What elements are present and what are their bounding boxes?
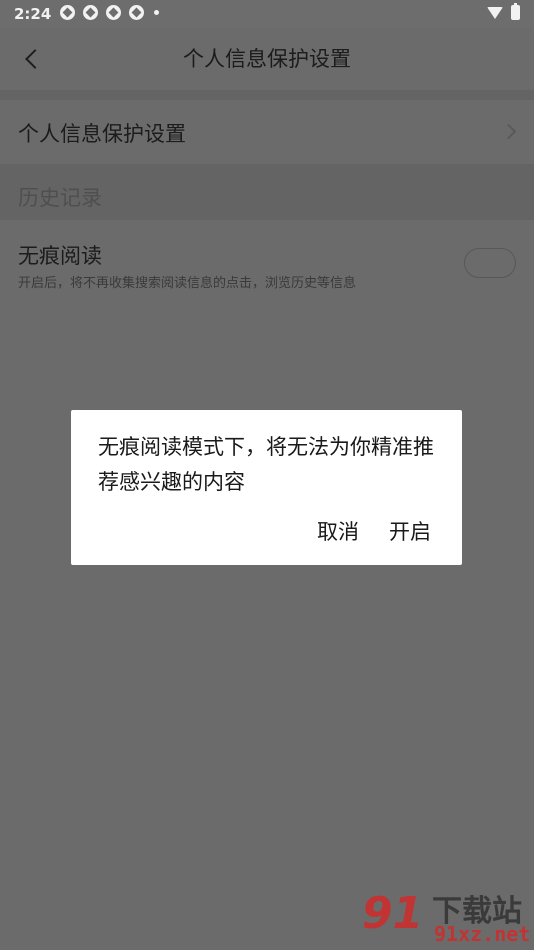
cancel-button[interactable]: 取消 (317, 516, 359, 546)
page-title: 个人信息保护设置 (183, 47, 351, 71)
enable-button[interactable]: 开启 (389, 516, 431, 546)
incognito-reading-row: 无痕阅读 开启后，将不再收集搜索阅读信息的点击，浏览历史等信息 (0, 220, 534, 310)
privacy-settings-row[interactable]: 个人信息保护设置 (0, 100, 534, 164)
incognito-title: 无痕阅读 (18, 244, 102, 268)
chevron-right-icon (500, 123, 517, 140)
status-bar: 2:24 (0, 0, 534, 28)
app-header: 个人信息保护设置 (0, 28, 534, 90)
wifi-icon (487, 6, 503, 19)
notification-icon (60, 5, 75, 20)
incognito-description: 开启后，将不再收集搜索阅读信息的点击，浏览历史等信息 (18, 276, 357, 291)
watermark-url: 91xz.net (434, 922, 531, 946)
section-header-history: 历史记录 (0, 164, 534, 220)
notification-icon (83, 5, 98, 20)
notification-icon (129, 5, 144, 20)
section-header-label: 历史记录 (18, 186, 102, 210)
status-time: 2:24 (14, 5, 52, 23)
divider (0, 90, 534, 100)
notification-icon (106, 5, 121, 20)
notification-icons (60, 5, 159, 20)
dialog-message: 无痕阅读模式下，将无法为你精准推荐感兴趣的内容 (98, 435, 434, 494)
more-notifications-dot-icon (154, 10, 159, 15)
watermark-logo: 91 下载站 91xz.net (362, 884, 532, 950)
system-icons (487, 3, 520, 20)
confirm-dialog: 无痕阅读模式下，将无法为你精准推荐感兴趣的内容 取消 开启 (71, 410, 462, 565)
battery-icon (511, 3, 520, 20)
incognito-toggle[interactable] (464, 248, 516, 278)
privacy-settings-label: 个人信息保护设置 (18, 122, 186, 146)
watermark-logo-mark: 91 (362, 888, 424, 939)
